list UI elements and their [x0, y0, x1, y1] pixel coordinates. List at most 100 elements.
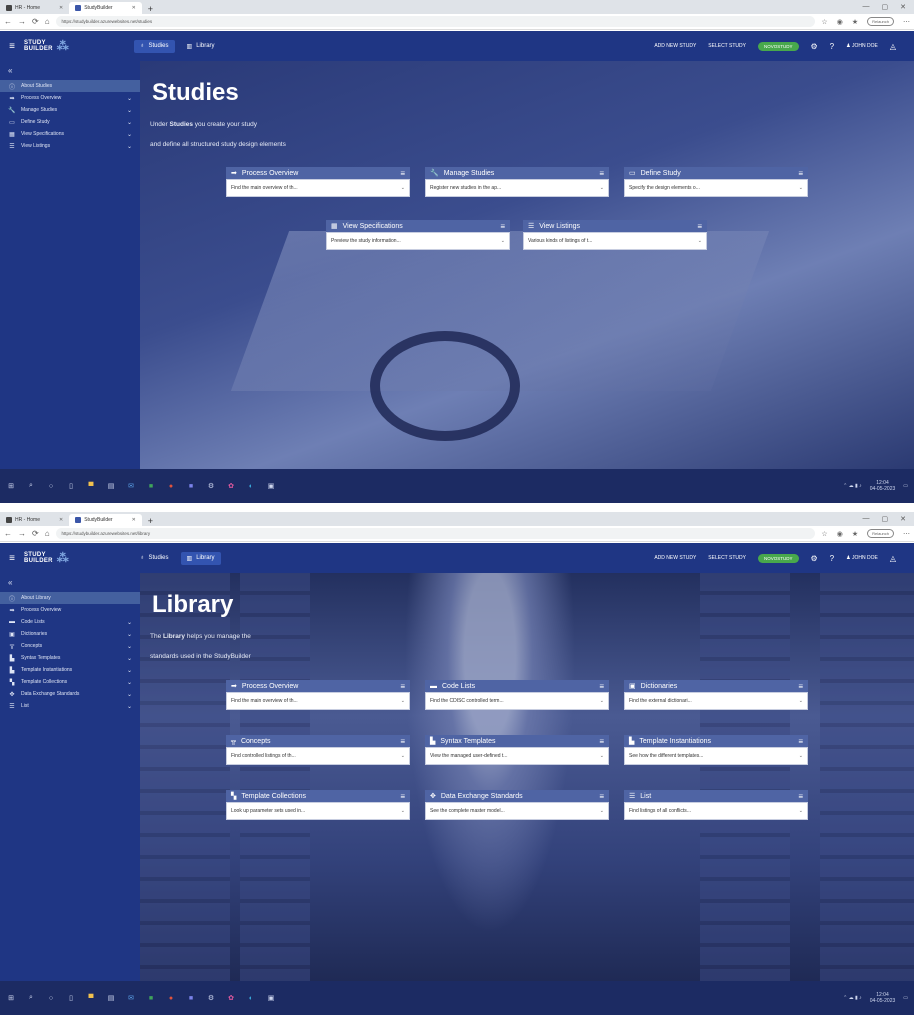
chevron-down-icon[interactable]: ⌄: [127, 679, 132, 686]
browser-menu-icon[interactable]: ⋯: [903, 530, 910, 538]
chevron-down-icon[interactable]: ⌄: [799, 185, 803, 191]
studybuilder-logo[interactable]: STUDY BUILDER ⁂: [24, 551, 124, 565]
file-explorer-icon[interactable]: ▀: [86, 993, 96, 1003]
edge-icon[interactable]: ◐: [246, 481, 256, 491]
chevron-down-icon[interactable]: ⌄: [600, 753, 604, 759]
chevron-down-icon[interactable]: ⌄: [698, 238, 702, 244]
card-menu-icon[interactable]: ≡: [599, 169, 604, 178]
new-tab-button[interactable]: +: [142, 4, 159, 14]
studybuilder-logo[interactable]: STUDY BUILDER ⁂: [24, 39, 124, 53]
chevron-down-icon[interactable]: ⌄: [127, 619, 132, 626]
card-menu-icon[interactable]: ≡: [500, 222, 505, 231]
minimize-icon[interactable]: —: [863, 3, 870, 11]
chevron-down-icon[interactable]: ⌄: [799, 698, 803, 704]
sidebar-item-template-collections[interactable]: ▚ Template Collections ⌄: [0, 676, 140, 688]
add-new-study-button[interactable]: ADD NEW STUDY: [654, 43, 696, 49]
chevron-down-icon[interactable]: ⌄: [127, 631, 132, 638]
extensions-icon[interactable]: ◉: [837, 18, 843, 26]
card-list[interactable]: ☰ List ≡ Find listings of all conflicts...…: [624, 790, 808, 820]
app-icon[interactable]: ✿: [226, 993, 236, 1003]
close-tab-icon[interactable]: ✕: [132, 517, 136, 523]
browser-menu-icon[interactable]: ⋯: [903, 18, 910, 26]
favorites-icon[interactable]: ★: [852, 530, 858, 538]
teams-icon[interactable]: ■: [186, 993, 196, 1003]
task-view-icon[interactable]: ▯: [66, 481, 76, 491]
help-icon[interactable]: ?: [830, 42, 834, 51]
bookmark-star-icon[interactable]: ☆: [821, 530, 827, 538]
card-concepts[interactable]: ╦ Concepts ≡ Find controlled listings of t…: [226, 735, 410, 765]
minimize-icon[interactable]: —: [863, 515, 870, 523]
profile-button[interactable]: Relaunch: [867, 17, 894, 26]
close-tab-icon[interactable]: ✕: [59, 5, 63, 11]
card-define-study[interactable]: ▭ Define Study ≡ Specify the design elemen…: [624, 167, 808, 197]
card-manage-studies[interactable]: 🔧 Manage Studies ≡ Register new studies in…: [425, 167, 609, 197]
sidebar-item-manage-studies[interactable]: 🔧 Manage Studies ⌄: [0, 104, 140, 116]
tray-icons[interactable]: ⌃ ☁ ▮ ♪: [843, 483, 862, 489]
card-process-overview[interactable]: ➡ Process Overview ≡ Find the main overvie…: [226, 167, 410, 197]
sidebar-item-syntax-templates[interactable]: ▙ Syntax Templates ⌄: [0, 652, 140, 664]
back-icon[interactable]: ←: [4, 17, 12, 26]
search-icon[interactable]: ⌕: [26, 481, 36, 491]
card-menu-icon[interactable]: ≡: [599, 682, 604, 691]
excel-icon[interactable]: ■: [146, 993, 156, 1003]
edge-icon[interactable]: ◐: [246, 993, 256, 1003]
sidebar-item-view-specifications[interactable]: ▦ View Specifications ⌄: [0, 128, 140, 140]
card-dictionaries[interactable]: ▣ Dictionaries ≡ Find the external diction…: [624, 680, 808, 710]
chevron-down-icon[interactable]: ⌄: [127, 131, 132, 138]
user-menu[interactable]: ♟ JOHN DOE: [846, 555, 878, 561]
browser-tab-studybuilder[interactable]: StudyBuilder ✕: [69, 2, 142, 14]
start-menu-icon[interactable]: ⊞: [6, 481, 16, 491]
calculator-icon[interactable]: ▤: [106, 993, 116, 1003]
mail-icon[interactable]: ✉: [126, 481, 136, 491]
add-new-study-button[interactable]: ADD NEW STUDY: [654, 555, 696, 561]
help-icon[interactable]: ?: [830, 554, 834, 563]
environment-badge[interactable]: NOVOSTUDY: [757, 41, 799, 51]
sidebar-item-process-overview[interactable]: ➡ Process Overview: [0, 604, 140, 616]
sidebar-item-define-study[interactable]: ▭ Define Study ⌄: [0, 116, 140, 128]
chevron-down-icon[interactable]: ⌄: [127, 703, 132, 710]
chevron-down-icon[interactable]: ⌄: [501, 238, 505, 244]
file-explorer-icon[interactable]: ▀: [86, 481, 96, 491]
app-window-icon[interactable]: ▣: [266, 481, 276, 491]
sidebar-item-process-overview[interactable]: ➡ Process Overview ⌄: [0, 92, 140, 104]
card-menu-icon[interactable]: ≡: [798, 792, 803, 801]
extensions-icon[interactable]: ◉: [837, 530, 843, 538]
user-menu[interactable]: ♟ JOHN DOE: [846, 43, 878, 49]
nav-studies[interactable]: ♁ Studies: [134, 552, 175, 565]
settings-gear-icon[interactable]: ⚙: [811, 42, 818, 51]
chrome-icon[interactable]: ●: [166, 993, 176, 1003]
cortana-icon[interactable]: ○: [46, 481, 56, 491]
teams-icon[interactable]: ■: [186, 481, 196, 491]
close-window-icon[interactable]: ✕: [900, 3, 906, 11]
chevron-down-icon[interactable]: ⌄: [600, 808, 604, 814]
notification-icon[interactable]: ▭: [903, 995, 908, 1001]
chevron-down-icon[interactable]: ⌄: [127, 95, 132, 102]
bookmark-star-icon[interactable]: ☆: [821, 18, 827, 26]
close-window-icon[interactable]: ✕: [900, 515, 906, 523]
card-menu-icon[interactable]: ≡: [599, 737, 604, 746]
sidebar-item-about-library[interactable]: ⓘ About Library: [0, 592, 140, 604]
hamburger-menu-icon[interactable]: ≡: [0, 41, 24, 52]
browser-tab-home[interactable]: HR - Home ✕: [0, 514, 69, 526]
app-window-icon[interactable]: ▣: [266, 993, 276, 1003]
chevron-down-icon[interactable]: ⌄: [600, 698, 604, 704]
nav-library[interactable]: ▥ Library: [181, 40, 221, 53]
sidebar-item-dictionaries[interactable]: ▣ Dictionaries ⌄: [0, 628, 140, 640]
browser-tab-home[interactable]: HR - Home ✕: [0, 2, 69, 14]
task-view-icon[interactable]: ▯: [66, 993, 76, 1003]
card-data-exchange-standards[interactable]: ✥ Data Exchange Standards ≡ See the comple…: [425, 790, 609, 820]
chevron-down-icon[interactable]: ⌄: [127, 655, 132, 662]
chevron-down-icon[interactable]: ⌄: [799, 753, 803, 759]
chevron-down-icon[interactable]: ⌄: [127, 667, 132, 674]
home-icon[interactable]: ⌂: [45, 529, 50, 538]
tray-icons[interactable]: ⌃ ☁ ▮ ♪: [843, 995, 862, 1001]
start-menu-icon[interactable]: ⊞: [6, 993, 16, 1003]
card-menu-icon[interactable]: ≡: [400, 169, 405, 178]
chevron-down-icon[interactable]: ⌄: [127, 119, 132, 126]
notification-icon[interactable]: ▭: [903, 483, 908, 489]
select-study-button[interactable]: SELECT STUDY: [708, 43, 746, 49]
card-code-lists[interactable]: ▬ Code Lists ≡ Find the CDISC controlled t…: [425, 680, 609, 710]
nav-library[interactable]: ▥ Library: [180, 551, 221, 565]
card-syntax-templates[interactable]: ▙ Syntax Templates ≡ View the managed user…: [425, 735, 609, 765]
nav-studies[interactable]: ♁ Studies: [134, 39, 175, 53]
